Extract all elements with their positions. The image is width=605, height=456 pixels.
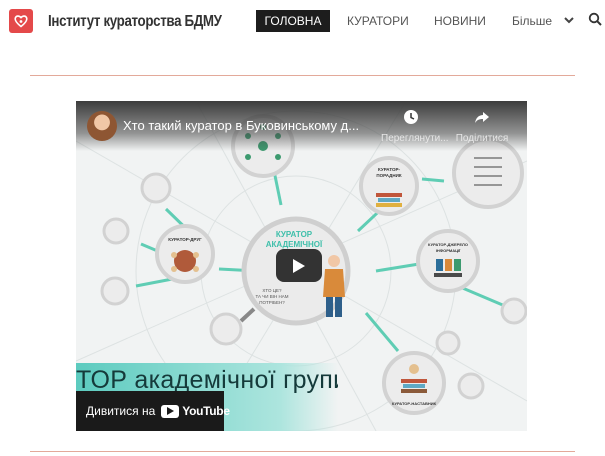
watch-later-label: Переглянути... bbox=[381, 133, 449, 144]
divider-top bbox=[30, 75, 575, 76]
youtube-play-icon bbox=[161, 404, 180, 418]
divider-bottom bbox=[30, 451, 575, 452]
nav-curators[interactable]: КУРАТОРИ bbox=[347, 10, 409, 32]
play-icon bbox=[293, 258, 305, 273]
channel-avatar[interactable] bbox=[87, 111, 117, 141]
video-title[interactable]: Хто такий куратор в Буковинському д... bbox=[123, 118, 359, 133]
clock-icon bbox=[404, 110, 418, 124]
youtube-wordmark: YouTube bbox=[182, 404, 230, 418]
node-mentor-label: КУРАТОР-НАСТАВНИК bbox=[392, 401, 437, 406]
center-title-2: АКАДЕМІЧНОЇ bbox=[266, 240, 323, 249]
play-button[interactable] bbox=[276, 249, 322, 282]
books-graphic bbox=[376, 193, 402, 207]
share-label: Поділитися bbox=[455, 133, 509, 144]
video-topbar: Хто такий куратор в Буковинському д... П… bbox=[76, 101, 527, 151]
heart-icon bbox=[14, 15, 28, 28]
center-sub-3: ПОТРІБЕН? bbox=[259, 300, 285, 305]
nav-more[interactable]: Більше bbox=[512, 10, 552, 32]
node-advisor-label-2: ПОРАДНИК bbox=[376, 173, 401, 178]
watch-later-button[interactable]: Переглянути... bbox=[381, 109, 449, 144]
friends-graphic bbox=[171, 250, 199, 272]
watch-on-label: Дивитися на bbox=[86, 404, 156, 418]
watch-on-youtube-button[interactable]: Дивитися на YouTube bbox=[76, 391, 230, 431]
nav-home[interactable]: ГОЛОВНА bbox=[256, 10, 330, 32]
people-graphic bbox=[434, 259, 462, 277]
node-advisor-label-1: КУРАТОР- bbox=[378, 167, 400, 172]
chevron-down-icon[interactable] bbox=[563, 14, 575, 26]
site-title[interactable]: Інститут кураторства БДМУ bbox=[48, 13, 222, 31]
youtube-logo: YouTube bbox=[161, 404, 230, 418]
search-icon[interactable] bbox=[588, 12, 602, 26]
share-arrow-icon bbox=[475, 112, 489, 123]
share-button[interactable]: Поділитися bbox=[452, 109, 512, 144]
center-sub-2: ТА ЧИ ВІН НАМ bbox=[255, 294, 288, 299]
node-info-label-2: ІНФОРМАЦІЇ bbox=[436, 248, 461, 253]
node-friend-label: КУРАТОР-ДРУГ bbox=[168, 237, 202, 242]
node-info-label-1: КУРАТОР-ДЖЕРЕЛО bbox=[428, 242, 468, 247]
nav-news[interactable]: НОВИНИ bbox=[434, 10, 486, 32]
site-header: Інститут кураторства БДМУ ГОЛОВНА КУРАТО… bbox=[0, 0, 605, 44]
site-logo[interactable] bbox=[9, 9, 33, 33]
center-title-1: КУРАТОР bbox=[276, 230, 313, 239]
center-sub-1: ХТО ЦЕ? bbox=[262, 288, 282, 293]
video-embed[interactable]: КУРАТОР АКАДЕМІЧНОЇ ХТО ЦЕ? ТА ЧИ ВІН НА… bbox=[76, 101, 527, 431]
